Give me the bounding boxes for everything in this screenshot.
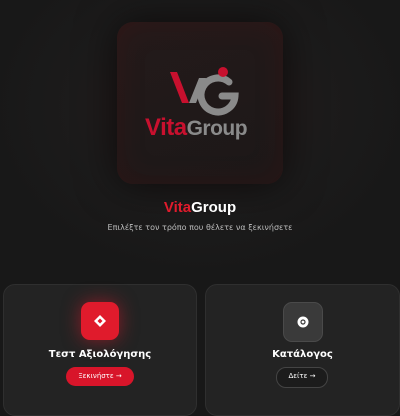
view-button[interactable]: Δείτε → (276, 367, 328, 388)
assessment-icon-tile (81, 302, 119, 340)
record-icon (297, 316, 309, 328)
logo-wordmark: VitaGroup (145, 114, 248, 142)
logo-dot (218, 67, 228, 77)
assessment-card-title: Τεστ Αξιολόγησης (48, 349, 152, 360)
logo-word-vita: Vita (145, 114, 187, 141)
start-button[interactable]: Ξεκινήστε → (66, 367, 134, 386)
brand-title: VitaGroup (0, 199, 400, 216)
catalog-card-title: Κατάλογος (272, 349, 333, 360)
logo-g-arc (197, 74, 239, 116)
assessment-test-card[interactable]: Τεστ Αξιολόγησης Ξεκινήστε → (3, 284, 197, 416)
logo-v-stroke (170, 72, 189, 103)
subtitle: Επιλέξτε τον τρόπο που θέλετε να ξεκινήσ… (107, 223, 293, 232)
catalog-icon-tile (283, 302, 323, 342)
logo-word-group: Group (186, 117, 248, 140)
diamond-icon (94, 315, 106, 327)
brand-title-vita: Vita (163, 199, 192, 216)
catalog-card[interactable]: Κατάλογος Δείτε → (205, 284, 400, 416)
brand-title-group: Group (191, 199, 237, 216)
